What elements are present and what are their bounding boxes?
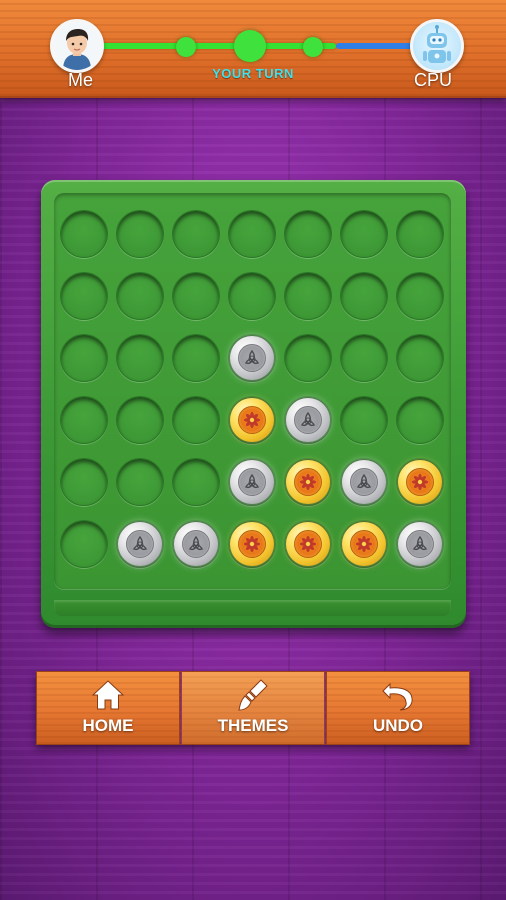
triquetra-emblem-icon bbox=[133, 535, 147, 551]
board-slot[interactable] bbox=[228, 458, 276, 506]
flower-emblem-icon bbox=[299, 535, 317, 553]
flower-emblem-icon bbox=[411, 473, 429, 491]
gold-coin bbox=[398, 460, 442, 504]
board-slot[interactable] bbox=[60, 396, 108, 444]
progress-dot bbox=[176, 37, 196, 57]
gold-coin bbox=[230, 522, 274, 566]
opponent-track bbox=[336, 43, 416, 49]
board-slot[interactable] bbox=[284, 396, 332, 444]
board-slot[interactable] bbox=[396, 334, 444, 382]
triquetra-emblem-icon bbox=[301, 411, 315, 427]
board-slot[interactable] bbox=[116, 396, 164, 444]
board-slot[interactable] bbox=[228, 334, 276, 382]
brush-icon bbox=[238, 679, 268, 711]
player-name-cpu: CPU bbox=[414, 70, 453, 90]
silver-coin bbox=[174, 522, 218, 566]
themes-button[interactable]: THEMES bbox=[181, 671, 325, 745]
current-turn-dot bbox=[234, 30, 266, 62]
board-slot[interactable] bbox=[228, 520, 276, 568]
board-slot[interactable] bbox=[228, 210, 276, 258]
board-slot[interactable] bbox=[60, 210, 108, 258]
home-icon bbox=[91, 680, 125, 710]
undo-button[interactable]: UNDO bbox=[326, 671, 470, 745]
silver-coin bbox=[286, 398, 330, 442]
board-slot[interactable] bbox=[116, 210, 164, 258]
board-slot[interactable] bbox=[172, 520, 220, 568]
triquetra-emblem-icon bbox=[357, 473, 371, 489]
board-slot[interactable] bbox=[340, 210, 388, 258]
board-slot[interactable] bbox=[60, 334, 108, 382]
board-slot[interactable] bbox=[172, 272, 220, 320]
silver-coin bbox=[230, 460, 274, 504]
silver-coin bbox=[230, 336, 274, 380]
flower-emblem-icon bbox=[355, 535, 373, 553]
board-slot[interactable] bbox=[228, 396, 276, 444]
gold-coin bbox=[342, 522, 386, 566]
board-slot[interactable] bbox=[396, 396, 444, 444]
board-slot[interactable] bbox=[284, 210, 332, 258]
silver-coin bbox=[118, 522, 162, 566]
triquetra-emblem-icon bbox=[413, 535, 427, 551]
board-slot[interactable] bbox=[116, 458, 164, 506]
board-slot[interactable] bbox=[340, 520, 388, 568]
home-button-label: HOME bbox=[82, 716, 134, 735]
progress-dot bbox=[303, 37, 323, 57]
flower-emblem-icon bbox=[243, 411, 261, 429]
board-slot[interactable] bbox=[284, 272, 332, 320]
board-slot[interactable] bbox=[340, 272, 388, 320]
turn-progress-track bbox=[96, 43, 336, 49]
gold-coin bbox=[286, 522, 330, 566]
boy-avatar-icon bbox=[50, 19, 104, 73]
board-slot[interactable] bbox=[116, 334, 164, 382]
board-slot[interactable] bbox=[284, 458, 332, 506]
undo-button-label: UNDO bbox=[372, 716, 424, 735]
board-grid bbox=[54, 193, 451, 589]
turn-status: YOUR TURN bbox=[212, 66, 294, 81]
gold-coin bbox=[286, 460, 330, 504]
home-button[interactable]: HOME bbox=[36, 671, 180, 745]
board-slot[interactable] bbox=[396, 210, 444, 258]
board-slot[interactable] bbox=[340, 458, 388, 506]
board-slot[interactable] bbox=[228, 272, 276, 320]
board-slot[interactable] bbox=[340, 334, 388, 382]
player-name-me: Me bbox=[68, 70, 94, 90]
board-tray bbox=[54, 600, 451, 616]
robot-avatar-icon bbox=[410, 19, 464, 73]
flower-emblem-icon bbox=[243, 535, 261, 553]
silver-coin bbox=[398, 522, 442, 566]
themes-button-label: THEMES bbox=[217, 716, 289, 735]
board-slot[interactable] bbox=[60, 458, 108, 506]
board-slot[interactable] bbox=[284, 520, 332, 568]
game-board bbox=[41, 180, 466, 628]
triquetra-emblem-icon bbox=[245, 473, 259, 489]
board-slot[interactable] bbox=[340, 396, 388, 444]
board-slot[interactable] bbox=[172, 458, 220, 506]
board-slot[interactable] bbox=[396, 520, 444, 568]
board-slot[interactable] bbox=[172, 334, 220, 382]
board-slot[interactable] bbox=[116, 520, 164, 568]
triquetra-emblem-icon bbox=[189, 535, 203, 551]
board-slot[interactable] bbox=[60, 520, 108, 568]
board-slot[interactable] bbox=[172, 396, 220, 444]
board-slot[interactable] bbox=[172, 210, 220, 258]
bottom-button-bar: HOME THEMES UNDO bbox=[36, 671, 470, 745]
triquetra-emblem-icon bbox=[245, 349, 259, 365]
board-slot[interactable] bbox=[396, 458, 444, 506]
silver-coin bbox=[342, 460, 386, 504]
board-slot[interactable] bbox=[60, 272, 108, 320]
gold-coin bbox=[230, 398, 274, 442]
top-bar: Me CPU YOUR TURN bbox=[0, 0, 506, 98]
board-slot[interactable] bbox=[116, 272, 164, 320]
flower-emblem-icon bbox=[299, 473, 317, 491]
undo-icon bbox=[382, 682, 413, 711]
board-slot[interactable] bbox=[284, 334, 332, 382]
board-slot[interactable] bbox=[396, 272, 444, 320]
